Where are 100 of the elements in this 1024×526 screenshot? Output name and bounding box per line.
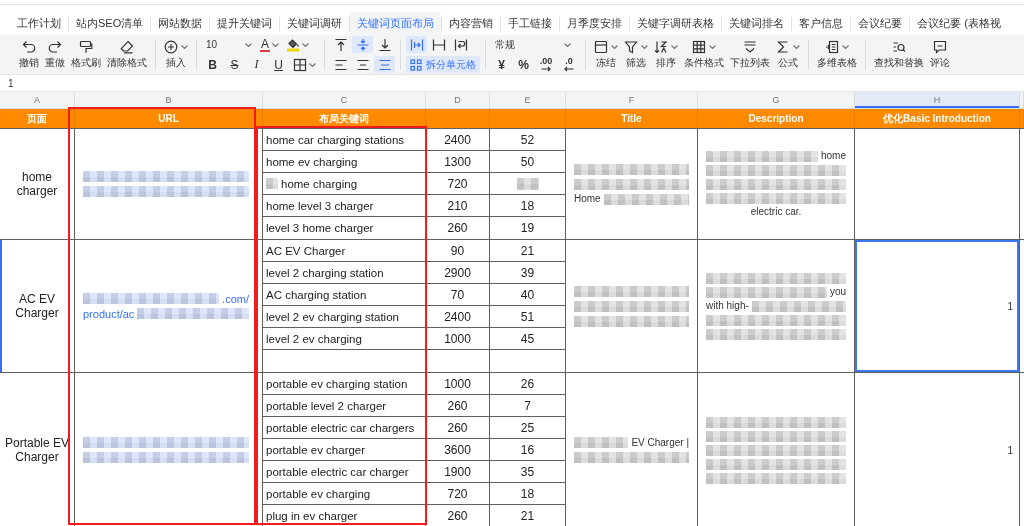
arrows-to-line-icon [355,37,370,52]
sheet-tab[interactable]: 关键词排名 [722,12,792,35]
table-cell: 7 [490,395,566,416]
table-cell: 260 [426,395,490,416]
table-cell: 21 [490,240,566,261]
caret-icon [309,62,316,67]
sheet-tab[interactable]: 关键词页面布局 [350,12,442,35]
sheet-tab[interactable]: 提升关键词 [210,12,280,35]
table-cell: home level 3 charger [263,195,426,216]
align-middle-button[interactable] [352,36,373,53]
comment-button[interactable]: 评论 [927,38,953,71]
sheet-tab[interactable]: 网站数据 [151,12,210,35]
align-right-button[interactable] [374,56,395,73]
text-fragment: Home [574,193,601,205]
table-cell: 90 [426,240,490,261]
table-cell: 70 [426,284,490,305]
find-replace-button[interactable]: 查找和替换 [871,38,927,71]
table-cell: 40 [490,284,566,305]
font-size-field[interactable]: 10 [202,36,256,53]
table-cell: 1 [855,373,1020,526]
table-cell: 3600 [426,439,490,460]
table-cell: level 2 charging station [263,262,426,283]
sheet-tab[interactable]: 手工链接 [501,12,560,35]
bracket-return-icon [453,37,468,52]
table-cell: 210 [426,195,490,216]
dropdown-list-button[interactable]: 下拉列表 [727,38,773,71]
paint-bucket-icon [286,37,300,52]
sheet-tab[interactable]: 内容营销 [442,12,501,35]
right-arrow-icon [541,66,551,72]
table-cell: portable ev charging [263,483,426,504]
column-letter[interactable]: A [0,92,75,108]
sheet-tab[interactable]: 站内SEO清单 [69,12,151,35]
sheet-tab[interactable]: 月季度安排 [560,12,630,35]
undo-icon [22,40,36,54]
underline-button[interactable]: U [268,56,289,73]
merge-center-button[interactable] [406,36,427,53]
sheet-tab[interactable]: 客户信息 [792,12,851,35]
percent-button[interactable]: % [513,56,534,73]
redacted-text [574,437,629,448]
table-cell: 16 [490,439,566,460]
text-color-button[interactable]: A [257,36,282,53]
table-cell: home charger [0,129,75,239]
format-painter-button[interactable]: 格式刷 [68,38,104,71]
url-text[interactable]: product/ac [83,307,135,320]
table-cell: 21 [490,505,566,526]
decrease-decimal-button[interactable]: .0 [558,56,580,73]
table-cell: 1000 [426,373,490,394]
caret-icon [272,42,279,47]
split-cells-button[interactable]: 拆分单元格 [406,56,480,73]
table-cell: 720 [426,483,490,504]
redo-icon [48,40,62,54]
bold-button[interactable]: B [202,56,223,73]
formula-field[interactable]: 1 [6,77,16,89]
sheet-tab[interactable]: 关键词调研 [280,12,350,35]
italic-button[interactable]: I [246,56,267,73]
text-fragment: with high- [706,300,749,312]
undo-button[interactable]: 撤销 [16,38,42,71]
table-cell: portable electric car charger [263,461,426,482]
sort-button[interactable]: 排序 [651,38,681,71]
multi-table-button[interactable]: 多维表格 [814,38,860,71]
redo-button[interactable]: 重做 [42,38,68,71]
text-fragment: EV Charger | [631,436,689,449]
table-cell: home car charging stations [263,129,426,150]
column-letter[interactable]: H [855,92,1020,108]
bracket-line-icon [431,37,446,52]
sheet-tab[interactable]: 会议纪要 [851,12,910,35]
sheet-tab[interactable]: 关键字调研表格 [630,12,722,35]
table-cell: 1000 [426,328,490,349]
table-cell: 1900 [426,461,490,482]
brush-icon [79,40,93,54]
column-letter[interactable]: F [566,92,698,108]
formula-button[interactable]: 公式 [773,38,803,71]
column-letter[interactable]: E [490,92,566,108]
freeze-button[interactable]: 冻结 [591,38,621,71]
table-cell: portable level 2 charger [263,395,426,416]
url-text[interactable]: .com/ [222,292,249,305]
conditional-format-button[interactable]: 条件格式 [681,38,727,71]
filter-button[interactable]: 筛选 [621,38,651,71]
increase-decimal-button[interactable]: .00 [535,56,557,73]
number-format-select[interactable]: 常规 [491,36,575,53]
lines-center-icon [355,57,370,72]
sheet-tab[interactable]: 工作计划 [10,12,68,35]
list-icon [743,40,757,54]
insert-button[interactable]: 插入 [161,38,191,71]
table-cell: AC charging station [263,284,426,305]
window-icon [594,40,608,54]
column-letter[interactable]: B [75,92,263,108]
table-cell: 52 [490,129,566,150]
column-letter[interactable]: D [426,92,490,108]
strikethrough-button[interactable]: S [224,56,245,73]
clear-format-button[interactable]: 清除格式 [104,38,150,71]
column-letter[interactable]: C [263,92,426,108]
table-cell: home ev charging [263,151,426,172]
table-cell: 2900 [426,262,490,283]
currency-button[interactable]: ¥ [491,56,512,73]
sheet-tab[interactable]: 会议纪要 (表格视 [910,12,1008,35]
table-cell: 19 [490,217,566,239]
table-cell: Portable EV Charger [0,373,75,526]
table-cell: AC EV Charger [263,240,426,261]
table-cell: 720 [426,173,490,194]
